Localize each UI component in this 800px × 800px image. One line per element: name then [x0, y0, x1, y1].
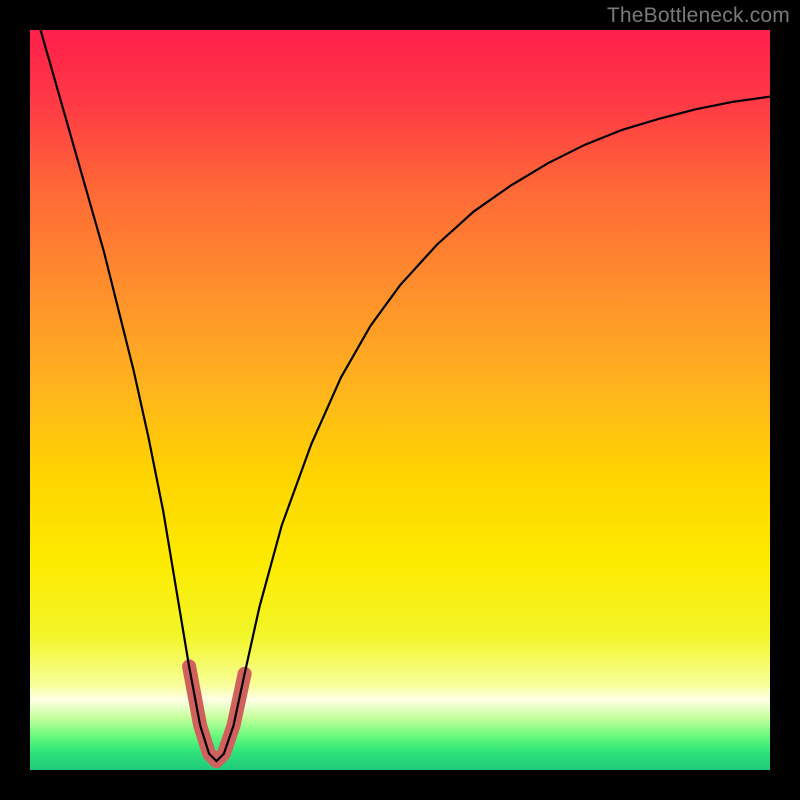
chart-frame: { "watermark": "TheBottleneck.com", "cha…: [0, 0, 800, 800]
bottleneck-chart: [0, 0, 800, 800]
watermark-text: TheBottleneck.com: [607, 4, 790, 28]
